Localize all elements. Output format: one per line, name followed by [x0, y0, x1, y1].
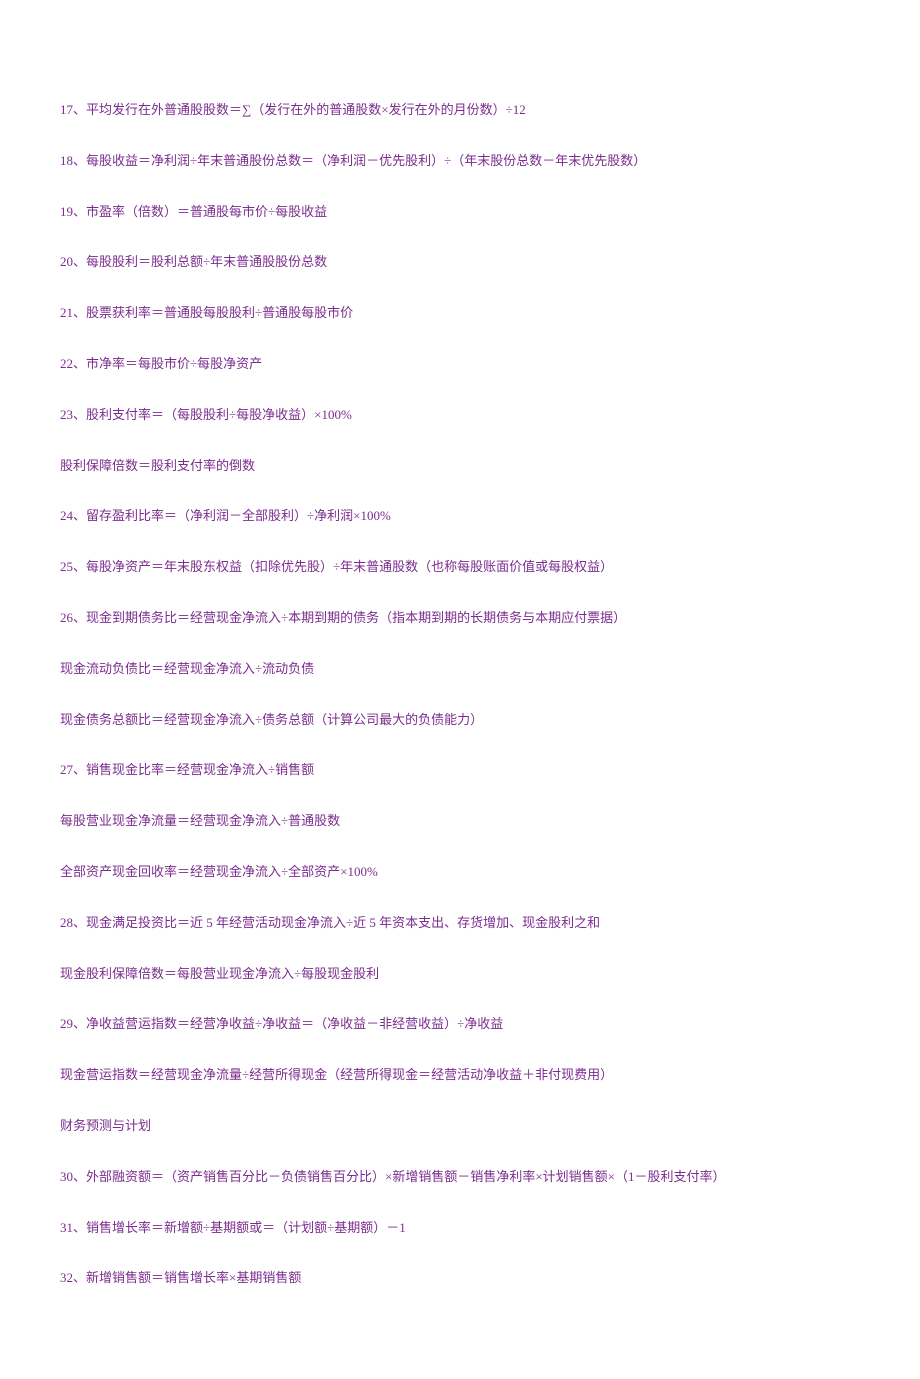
formula-line: 现金营运指数＝经营现金净流量÷经营所得现金（经营所得现金＝经营活动净收益＋非付现… [60, 1065, 860, 1086]
formula-line: 31、销售增长率＝新增额÷基期额或＝（计划额÷基期额）－1 [60, 1218, 860, 1239]
formula-line: 现金流动负债比＝经营现金净流入÷流动负债 [60, 659, 860, 680]
formula-line: 现金股利保障倍数＝每股营业现金净流入÷每股现金股利 [60, 964, 860, 985]
formula-line: 27、销售现金比率＝经营现金净流入÷销售额 [60, 760, 860, 781]
formula-line: 20、每股股利＝股利总额÷年末普通股股份总数 [60, 252, 860, 273]
formula-line: 22、市净率＝每股市价÷每股净资产 [60, 354, 860, 375]
formula-line: 每股营业现金净流量＝经营现金净流入÷普通股数 [60, 811, 860, 832]
formula-line: 29、净收益营运指数＝经营净收益÷净收益＝（净收益－非经营收益）÷净收益 [60, 1014, 860, 1035]
formula-line: 25、每股净资产＝年末股东权益（扣除优先股）÷年末普通股数（也称每股账面价值或每… [60, 557, 860, 578]
formula-line: 32、新增销售额＝销售增长率×基期销售额 [60, 1268, 860, 1289]
section-heading: 财务预测与计划 [60, 1116, 860, 1137]
formula-line: 24、留存盈利比率＝（净利润－全部股利）÷净利润×100% [60, 506, 860, 527]
document-content: 17、平均发行在外普通股股数＝∑（发行在外的普通股数×发行在外的月份数）÷12 … [0, 0, 920, 1379]
formula-line: 17、平均发行在外普通股股数＝∑（发行在外的普通股数×发行在外的月份数）÷12 [60, 100, 860, 121]
formula-line: 全部资产现金回收率＝经营现金净流入÷全部资产×100% [60, 862, 860, 883]
formula-line: 19、市盈率（倍数）＝普通股每市价÷每股收益 [60, 202, 860, 223]
formula-line: 28、现金满足投资比＝近 5 年经营活动现金净流入÷近 5 年资本支出、存货增加… [60, 913, 860, 934]
formula-line: 18、每股收益＝净利润÷年末普通股份总数＝（净利润－优先股利）÷（年末股份总数－… [60, 151, 860, 172]
formula-line: 26、现金到期债务比＝经营现金净流入÷本期到期的债务（指本期到期的长期债务与本期… [60, 608, 860, 629]
formula-line: 股利保障倍数＝股利支付率的倒数 [60, 456, 860, 477]
formula-line: 30、外部融资额＝（资产销售百分比－负债销售百分比）×新增销售额－销售净利率×计… [60, 1167, 860, 1188]
formula-line: 21、股票获利率＝普通股每股股利÷普通股每股市价 [60, 303, 860, 324]
formula-line: 现金债务总额比＝经营现金净流入÷债务总额（计算公司最大的负债能力） [60, 710, 860, 731]
formula-line: 23、股利支付率＝（每股股利÷每股净收益）×100% [60, 405, 860, 426]
